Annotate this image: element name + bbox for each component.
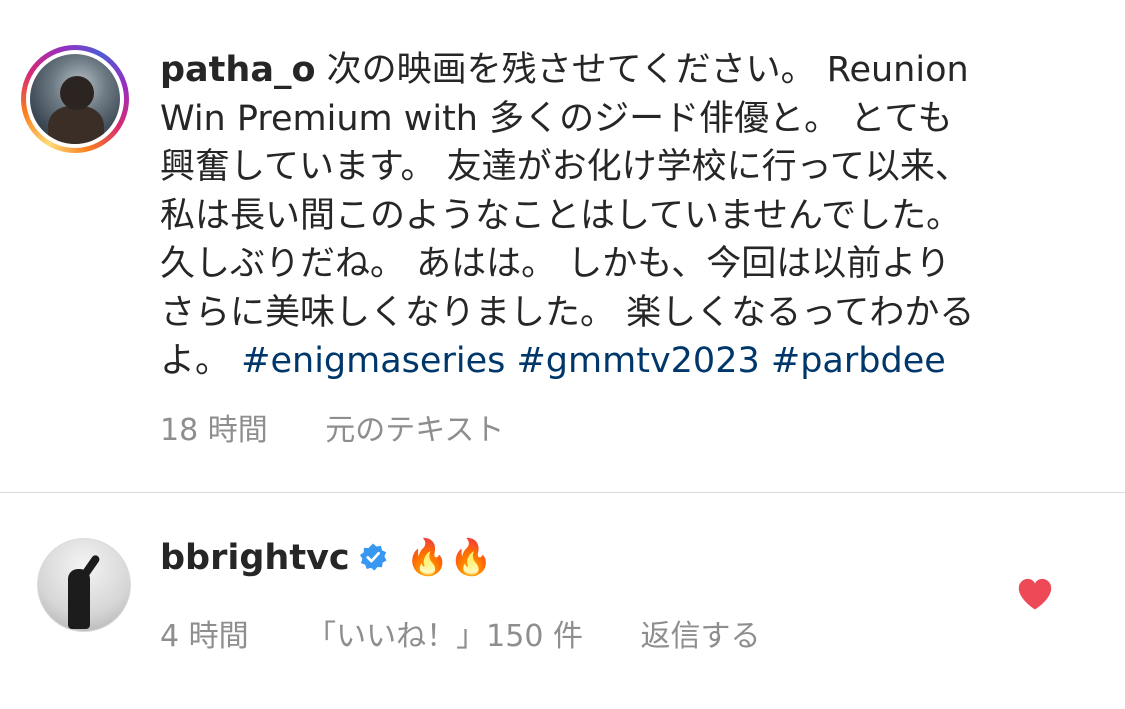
heart-filled-icon[interactable] — [1016, 577, 1054, 611]
hashtag-link[interactable]: #enigmaseries — [241, 341, 505, 381]
likes-count[interactable]: 「いいね！」150 件 — [306, 619, 583, 654]
verified-badge-icon — [359, 543, 387, 571]
post-caption-section: patha_o 次の映画を残させてください。 Reunion Win Premi… — [0, 0, 1125, 492]
comment-timestamp: 4 時間 — [160, 619, 249, 654]
comment-username[interactable]: bbrightvc — [160, 538, 350, 578]
post-meta: 18 時間 元のテキスト — [160, 405, 552, 449]
post-caption: patha_o 次の映画を残させてください。 Reunion Win Premi… — [160, 46, 1090, 386]
caption-line: 久しぶりだね。 あはは。 しかも、今回は以前より — [160, 244, 951, 284]
caption-line: 私は長い間このようなことはしていませんでした。 — [160, 195, 962, 236]
reply-button[interactable]: 返信する — [641, 619, 761, 654]
caption-line: よ。 — [160, 341, 231, 381]
caption-line: 興奮しています。 友達がお化け学校に行って以来、 — [160, 147, 970, 187]
caption-line: 次の映画を残させてください。 Reunion — [326, 50, 969, 90]
see-original-button[interactable]: 元のテキスト — [325, 413, 504, 448]
avatar[interactable] — [37, 538, 131, 632]
hashtag-link[interactable]: #parbdee — [771, 341, 946, 381]
comment-meta: 4 時間 「いいね！」150 件 返信する — [160, 611, 809, 655]
hashtag-link[interactable]: #gmmtv2023 — [516, 341, 759, 381]
post-timestamp: 18 時間 — [160, 413, 268, 448]
caption-line: Win Premium with 多くのジード俳優と。 とても — [160, 98, 953, 139]
post-username[interactable]: patha_o — [160, 50, 315, 90]
avatar — [30, 54, 120, 144]
story-ring-avatar[interactable] — [21, 45, 129, 153]
comment-line: bbrightvc 🔥🔥 — [160, 533, 493, 583]
caption-line: さらに美味しくなりました。 楽しくなるってわかる — [160, 292, 975, 333]
comment-item: bbrightvc 🔥🔥 4 時間 「いいね！」150 件 返信する — [0, 493, 1125, 709]
comment-text: 🔥🔥 — [405, 538, 493, 578]
